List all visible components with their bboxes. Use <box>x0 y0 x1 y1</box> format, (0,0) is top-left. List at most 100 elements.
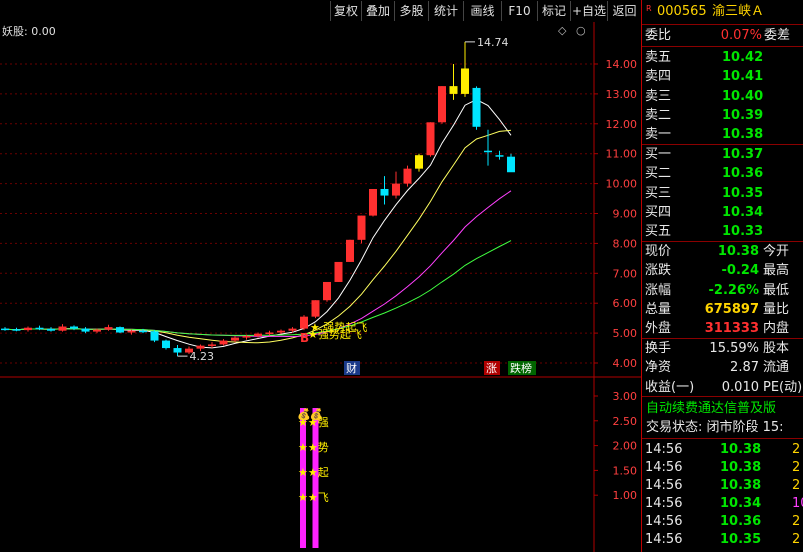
toolbar-button-overlay[interactable]: 叠加 <box>361 1 394 21</box>
fund-label-2: 股本 <box>763 341 790 356</box>
buy-level-price[interactable]: 10.33 <box>722 222 763 241</box>
fund-label-2: PE(动) <box>763 379 803 395</box>
candle-body <box>231 337 239 341</box>
tick-price: 10.38 <box>720 460 762 475</box>
buy-marker: B <box>300 331 309 345</box>
stat-label: 涨幅 <box>645 282 672 298</box>
toolbar-button-stats[interactable]: 统计 <box>428 1 463 21</box>
candle-body <box>449 86 458 94</box>
stat-value: -0.24 <box>721 263 759 279</box>
toolbar-button-draw[interactable]: 画线 <box>463 1 501 21</box>
r-badge-icon: R <box>646 4 652 13</box>
candle-body <box>208 344 216 346</box>
candle-body <box>311 300 320 317</box>
candle-body <box>357 215 366 240</box>
price-tick-label: 9.00 <box>613 208 638 221</box>
buy-level-price[interactable]: 10.35 <box>722 184 763 203</box>
candle-body <box>12 329 21 331</box>
fund-label: 换手 <box>645 341 672 356</box>
candle-body <box>438 86 446 123</box>
sell-level-price[interactable]: 10.39 <box>722 106 763 125</box>
candlesticks <box>1 41 515 357</box>
tick-volume: 2 <box>792 460 801 475</box>
toolbar-button-f10[interactable]: F10 <box>501 1 537 21</box>
tick-time: 14:56 <box>645 532 683 547</box>
chart-toolbar: 复权 叠加 多股 统计 画线 F10 标记 +自选 返回 <box>0 0 641 22</box>
tick-time: 14:56 <box>645 478 683 493</box>
indicator-tick-label: 3.00 <box>613 390 638 403</box>
toolbar-button-multi-stock[interactable]: 多股 <box>394 1 428 21</box>
candle-body <box>265 332 274 335</box>
price-tick-label: 8.00 <box>613 237 638 250</box>
indicator-signal-label: ★★势 <box>298 441 329 454</box>
indicator-tick-label: 2.50 <box>613 415 638 428</box>
buy-level-label: 买二 <box>645 166 672 182</box>
signal-label-2: ★强势起飞 <box>308 328 362 341</box>
stat-label: 总量 <box>645 301 672 317</box>
candle-body <box>334 261 343 282</box>
tick-price: 10.35 <box>720 532 762 547</box>
sell-level-price[interactable]: 10.42 <box>722 48 763 67</box>
tick-time: 14:56 <box>645 460 683 475</box>
stat-value: -2.26% <box>708 282 760 298</box>
sell-level-label: 卖三 <box>645 88 672 104</box>
candle-body <box>403 168 412 184</box>
sell-level-price[interactable]: 10.40 <box>722 87 763 106</box>
candle-body <box>93 329 101 332</box>
fund-value: 2.87 <box>730 360 759 376</box>
fund-value: 0.010 <box>721 379 759 395</box>
price-tick-label: 11.00 <box>606 148 638 161</box>
candle-body <box>254 333 262 337</box>
candle-body <box>173 348 182 353</box>
stock-code: 000565 <box>657 4 707 19</box>
candle-body <box>415 155 423 169</box>
stat-label: 涨跌 <box>645 263 672 279</box>
stat-value: 675897 <box>704 301 759 317</box>
buy-level-price[interactable]: 10.37 <box>722 145 763 164</box>
menu-icon[interactable]: ○ <box>576 24 586 37</box>
candle-body <box>162 340 170 349</box>
sell-level-price[interactable]: 10.41 <box>722 67 763 86</box>
toolbar-button-add-watchlist[interactable]: +自选 <box>570 1 607 21</box>
candle-body <box>219 340 228 345</box>
stat-label-2: 今开 <box>763 244 790 259</box>
toolbar-button-mark[interactable]: 标记 <box>537 1 570 21</box>
indicator-tick-label: 1.50 <box>613 464 638 477</box>
indicator-tick-label: 2.00 <box>613 440 638 453</box>
tick-volume: 2 <box>792 514 801 529</box>
trade-status: 交易状态: 闭市阶段 15: <box>646 420 784 435</box>
candle-body <box>116 327 124 333</box>
toolbar-button-fuquan[interactable]: 复权 <box>330 1 361 21</box>
stat-label-2: 内盘 <box>763 321 790 337</box>
tick-price: 10.36 <box>720 514 762 529</box>
toolbar-button-back[interactable]: 返回 <box>607 1 641 21</box>
quote-panel: R 000565 渝三峡Ａ 委比 0.07% 委差 卖五 10.42 卖四 10.… <box>641 0 803 552</box>
candle-body <box>369 188 377 216</box>
notice-text[interactable]: 自动续费通达信普及版 <box>646 399 803 418</box>
candle-body <box>35 327 44 330</box>
tick-volume: 2 <box>792 442 801 457</box>
candle-body <box>81 328 90 332</box>
sell-level-price[interactable]: 10.38 <box>722 125 763 144</box>
stat-label-2: 最高 <box>763 263 790 279</box>
indicator-axis: 3.00 2.50 2.00 1.50 1.00 <box>594 390 637 502</box>
diamond-icon[interactable]: ◇ <box>558 24 566 37</box>
buy-level-price[interactable]: 10.34 <box>722 203 763 222</box>
buy-level-price[interactable]: 10.36 <box>722 164 763 183</box>
candle-body <box>426 122 435 156</box>
kline-chart[interactable]: 14.00 13.00 12.00 11.00 10.00 9.00 8.00 7.00 6.0… <box>0 22 641 552</box>
stat-label-2: 最低 <box>763 282 790 298</box>
candle-body <box>300 316 308 329</box>
candle-body <box>150 331 159 341</box>
high-label: 14.74 <box>477 36 509 49</box>
candle-body <box>277 330 285 333</box>
price-tick-label: 6.00 <box>613 297 638 310</box>
ma10-line <box>4 129 512 344</box>
ma30-line <box>4 240 512 336</box>
sell-level-label: 卖五 <box>645 50 672 65</box>
indicator-label: 妖股: 0.00 <box>2 25 56 38</box>
indicator-signal-label: ★★飞 <box>298 491 329 504</box>
stat-label-2: 量比 <box>763 301 790 317</box>
price-tick-label: 14.00 <box>606 58 638 71</box>
price-tick-label: 5.00 <box>613 327 638 340</box>
